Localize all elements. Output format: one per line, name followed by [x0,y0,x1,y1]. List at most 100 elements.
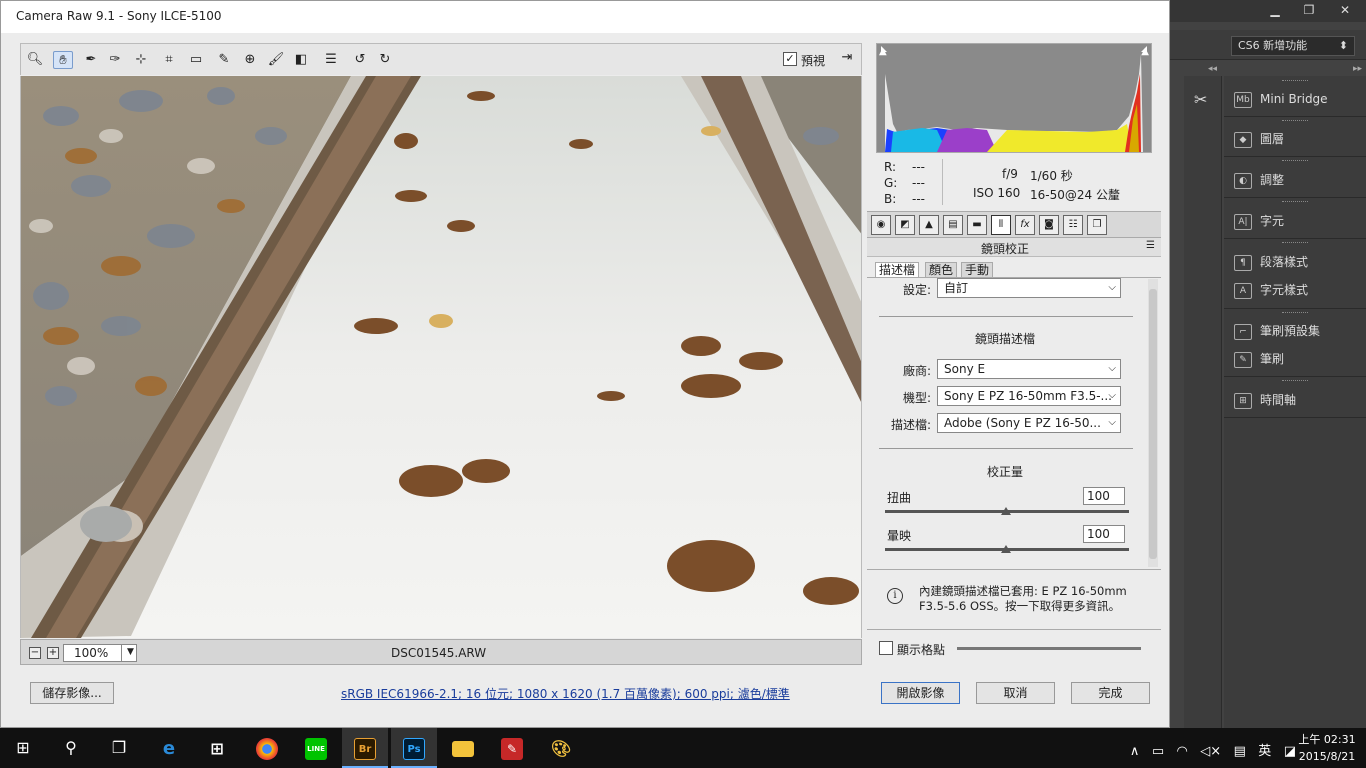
highlight-clipping-icon[interactable]: ▲ [1141,46,1149,57]
photo-preview[interactable] [20,76,862,638]
make-select[interactable]: Sony E ⌵ [937,359,1121,379]
close-icon[interactable]: ✕ [1328,0,1362,20]
panel-scrollbar[interactable] [1148,279,1158,567]
restore-icon[interactable]: ❐ [1292,0,1326,20]
tab-tone-curve-icon[interactable]: ◩ [895,215,915,235]
tab-detail-icon[interactable]: ▲ [919,215,939,235]
panel-brush-presets[interactable]: ⌐ 筆刷預設集 [1234,320,1320,342]
open-image-button[interactable]: 開啟影像 [881,682,960,704]
rotate-right-icon[interactable]: ↻ [375,51,395,69]
zoom-out-button[interactable]: − [29,647,41,659]
taskbar-app-photoshop[interactable]: Ps [391,728,437,768]
distortion-field[interactable]: 100 [1083,487,1125,505]
workflow-options-link[interactable]: sRGB IEC61966-2.1; 16 位元; 1080 x 1620 (1… [341,685,790,702]
crop-tool-icon[interactable]: ⌗ [159,51,179,69]
adjustment-brush-icon[interactable]: 🖌︎ [266,51,286,69]
volume-icon[interactable]: ◁× [1200,744,1221,759]
red-eye-tool-icon[interactable]: ⊕ [240,51,260,69]
lens-profile-panel: 設定: 自訂 ⌵ 鏡頭描述檔 廠商: Sony E ⌵ 機型: Sony E PZ … [867,277,1161,567]
scrollbar-thumb[interactable] [1149,289,1157,559]
taskbar-app-paint[interactable]: 🎨︎ [538,728,584,768]
targeted-adjustment-tool-icon[interactable]: ⊹ [131,51,151,69]
minimize-icon[interactable]: ▁ [1258,0,1292,20]
search-icon[interactable]: ⚲ [48,728,94,768]
rotate-left-icon[interactable]: ↺ [350,51,370,69]
taskbar-app-explorer[interactable] [440,728,486,768]
zoom-in-button[interactable]: + [47,647,59,659]
grid-size-slider[interactable] [957,647,1141,650]
tab-snapshots-icon[interactable]: ❐ [1087,215,1107,235]
notification-icon[interactable]: ▤ [1234,744,1246,759]
taskbar-app-chrome[interactable] [244,728,290,768]
taskbar-app-bridge[interactable]: Br [342,728,388,768]
panel-mini-bridge[interactable]: Mb Mini Bridge [1234,88,1328,110]
tab-split-toning-icon[interactable]: ▬ [967,215,987,235]
collapse-right-icon[interactable]: ▸▸ [1353,64,1362,74]
preview-checkbox[interactable]: ✓ [783,52,797,66]
taskbar-app-line[interactable]: LINE [293,728,339,768]
cancel-button[interactable]: 取消 [976,682,1055,704]
white-balance-tool-icon[interactable]: ✒ [81,51,101,69]
tab-hsl-icon[interactable]: ▤ [943,215,963,235]
profile-notice[interactable]: i 內建鏡頭描述檔已套用: E PZ 16-50mm F3.5-5.6 OSS。… [867,569,1161,627]
workspace-select[interactable]: CS6 新增功能 ⬍ [1231,36,1355,56]
preferences-icon[interactable]: ☰ [321,51,341,69]
profile-select[interactable]: Adobe (Sony E PZ 16-50... ⌵ [937,413,1121,433]
character-icon: A| [1234,213,1252,230]
graduated-filter-icon[interactable]: ◧ [291,51,311,69]
collapse-left-icon[interactable]: ◂◂ [1208,64,1217,74]
spot-removal-tool-icon[interactable]: ✎ [214,51,234,69]
b-value: --- [912,192,925,206]
panel-layers[interactable]: ◆ 圖層 [1234,128,1284,150]
panel-character-styles[interactable]: A 字元樣式 [1234,279,1308,301]
panel-menu-icon[interactable]: ☰ [1146,240,1155,251]
zoom-tool-icon[interactable]: 🔍︎ [25,51,45,69]
network-icon[interactable]: ▭ [1152,744,1164,759]
paint-icon: 🎨︎ [550,738,572,758]
done-button[interactable]: 完成 [1071,682,1150,704]
tab-basic-icon[interactable]: ◉ [871,215,891,235]
vignetting-slider-thumb[interactable] [1001,545,1011,553]
panel-separator [1224,376,1366,377]
panel-brush[interactable]: ✎ 筆刷 [1234,348,1284,370]
panel-timeline[interactable]: ⊞ 時間軸 [1234,389,1296,411]
clock[interactable]: 上午 02:31 2015/8/21 [1296,731,1358,765]
tab-lens-corrections-icon[interactable]: ⦀ [991,215,1011,235]
taskbar-app-edge[interactable]: e [146,728,192,768]
chevron-down-icon[interactable]: ▼ [121,644,139,662]
info-icon: i [887,588,903,604]
tab-camera-calibration-icon[interactable]: ◙ [1039,215,1059,235]
tab-presets-icon[interactable]: ☷ [1063,215,1083,235]
save-image-button[interactable]: 儲存影像... [30,682,114,704]
tab-manual[interactable]: 手動 [961,262,994,278]
show-grid-checkbox[interactable] [879,641,893,655]
shadow-clipping-icon[interactable]: ▲ [879,46,887,57]
ime-indicator[interactable]: 英 [1258,744,1271,759]
straighten-tool-icon[interactable]: ▭ [186,51,206,69]
tab-effects-icon[interactable]: fx [1015,215,1035,235]
setup-select[interactable]: 自訂 ⌵ [937,278,1121,298]
taskbar-app-acrobat[interactable]: ✎ [489,728,535,768]
chrome-icon [256,737,278,760]
make-value: Sony E [944,362,986,376]
task-view-icon[interactable]: ❐ [96,728,142,768]
info-separator [942,159,943,205]
fullscreen-toggle-icon[interactable]: ⇥ [837,50,857,68]
vignetting-field[interactable]: 100 [1083,525,1125,543]
tools-icon[interactable]: ✂ [1194,90,1207,109]
panel-paragraph-styles[interactable]: ¶ 段落樣式 [1234,251,1308,273]
tab-profile[interactable]: 描述檔 [875,262,920,278]
panel-character[interactable]: A| 字元 [1234,210,1284,232]
line-icon: LINE [305,737,327,760]
show-hidden-icons-icon[interactable]: ∧ [1130,744,1140,759]
panel-adjustments[interactable]: ◐ 調整 [1234,169,1284,191]
taskbar-app-store[interactable]: ⊞ [194,728,240,768]
wifi-icon[interactable]: ◠ [1177,744,1188,759]
color-sampler-tool-icon[interactable]: ✑ [105,51,125,69]
model-select[interactable]: Sony E PZ 16-50mm F3.5-... ⌵ [937,386,1121,406]
distortion-slider-thumb[interactable] [1001,507,1011,515]
input-icon[interactable]: ◪ [1284,744,1296,759]
hand-tool-icon[interactable]: ✋︎ [53,51,73,69]
start-icon[interactable]: ⊞ [0,728,46,768]
tab-color[interactable]: 顏色 [925,262,958,278]
